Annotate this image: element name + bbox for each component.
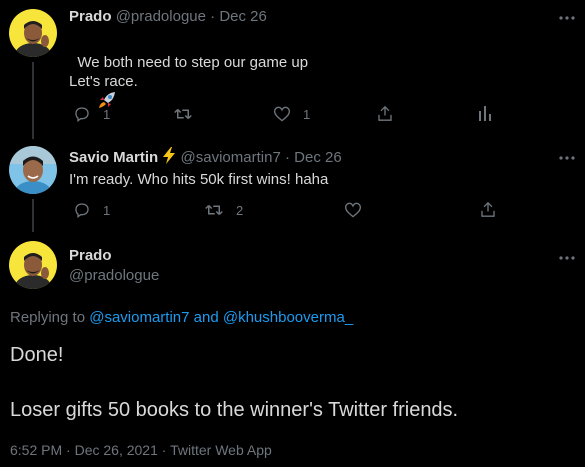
tweet-date[interactable]: Dec 26 bbox=[219, 8, 267, 25]
analytics-button[interactable] bbox=[478, 105, 492, 121]
reply-button[interactable]: 1 bbox=[74, 202, 110, 218]
avatar-savio-martin[interactable] bbox=[9, 146, 57, 194]
like-button[interactable] bbox=[345, 202, 361, 218]
retweet-count: 2 bbox=[236, 202, 244, 218]
replying-prefix: Replying to bbox=[10, 309, 86, 326]
replying-user-link[interactable]: @khushbooverma_ bbox=[223, 309, 353, 326]
meta-separator: · bbox=[66, 442, 71, 458]
more-icon[interactable] bbox=[558, 152, 576, 162]
main-author-handle[interactable]: @pradologue bbox=[69, 267, 159, 284]
reply-icon bbox=[75, 107, 89, 122]
share-button[interactable] bbox=[480, 201, 496, 218]
tweet-full-date[interactable]: Dec 26, 2021 bbox=[75, 442, 158, 458]
like-icon bbox=[345, 202, 361, 218]
reply-count: 1 bbox=[103, 106, 111, 122]
tweet-header: Prado @pradologue · Dec 26 bbox=[69, 8, 267, 26]
avatar-prado[interactable] bbox=[9, 9, 57, 57]
reply-button[interactable]: 1 bbox=[74, 106, 110, 122]
more-icon[interactable] bbox=[558, 252, 576, 262]
main-author-name[interactable]: Prado bbox=[69, 247, 112, 264]
replying-to: Replying to @saviomartin7 and @khushboov… bbox=[10, 309, 353, 326]
tweet-author-name[interactable]: Prado bbox=[69, 8, 112, 25]
tweet-author-name[interactable]: Savio Martin bbox=[69, 149, 158, 166]
like-button[interactable]: 1 bbox=[274, 106, 310, 122]
retweet-icon bbox=[174, 108, 192, 120]
tweet-source[interactable]: Twitter Web App bbox=[170, 442, 272, 458]
tweet-text: I'm ready. Who hits 50k first wins! haha bbox=[69, 171, 329, 188]
tweet-time[interactable]: 6:52 PM bbox=[10, 442, 62, 458]
meta-separator: · bbox=[161, 442, 167, 458]
thread-line bbox=[32, 199, 34, 232]
reply-count: 1 bbox=[103, 202, 111, 218]
avatar-prado[interactable] bbox=[9, 241, 57, 289]
meta-separator: · bbox=[284, 149, 290, 166]
analytics-icon bbox=[479, 106, 491, 121]
replying-user-link[interactable]: @saviomartin7 bbox=[89, 309, 189, 326]
retweet-button[interactable]: 2 bbox=[205, 202, 243, 218]
tweet-header: Savio Martin @saviomartin7 · Dec 26 bbox=[69, 147, 342, 169]
like-count: 1 bbox=[303, 106, 311, 122]
like-icon bbox=[274, 106, 290, 122]
share-button[interactable] bbox=[377, 105, 393, 122]
tweet-date[interactable]: Dec 26 bbox=[294, 149, 342, 166]
tweet-timestamp: 6:52 PM · Dec 26, 2021 · Twitter Web App bbox=[10, 442, 272, 458]
tweet-text-line-2: Let's race. bbox=[69, 73, 138, 90]
main-tweet-text-line: Loser gifts 50 books to the winner's Twi… bbox=[10, 399, 459, 421]
reply-icon bbox=[75, 203, 89, 218]
more-icon[interactable] bbox=[558, 12, 576, 22]
tweet-text-line: We both need to step our game up bbox=[77, 54, 309, 71]
share-icon bbox=[481, 201, 495, 217]
tweet-author-handle[interactable]: @saviomartin7 bbox=[181, 149, 281, 166]
main-tweet-text-line: Done! bbox=[10, 344, 64, 366]
tweet-author-handle[interactable]: @pradologue bbox=[116, 8, 206, 25]
retweet-button[interactable] bbox=[174, 106, 192, 122]
share-icon bbox=[378, 105, 392, 121]
retweet-icon bbox=[205, 204, 223, 216]
lightning-emoji bbox=[162, 147, 176, 169]
thread-line bbox=[32, 62, 34, 139]
replying-and[interactable]: and bbox=[194, 309, 219, 326]
meta-separator: · bbox=[210, 8, 216, 25]
